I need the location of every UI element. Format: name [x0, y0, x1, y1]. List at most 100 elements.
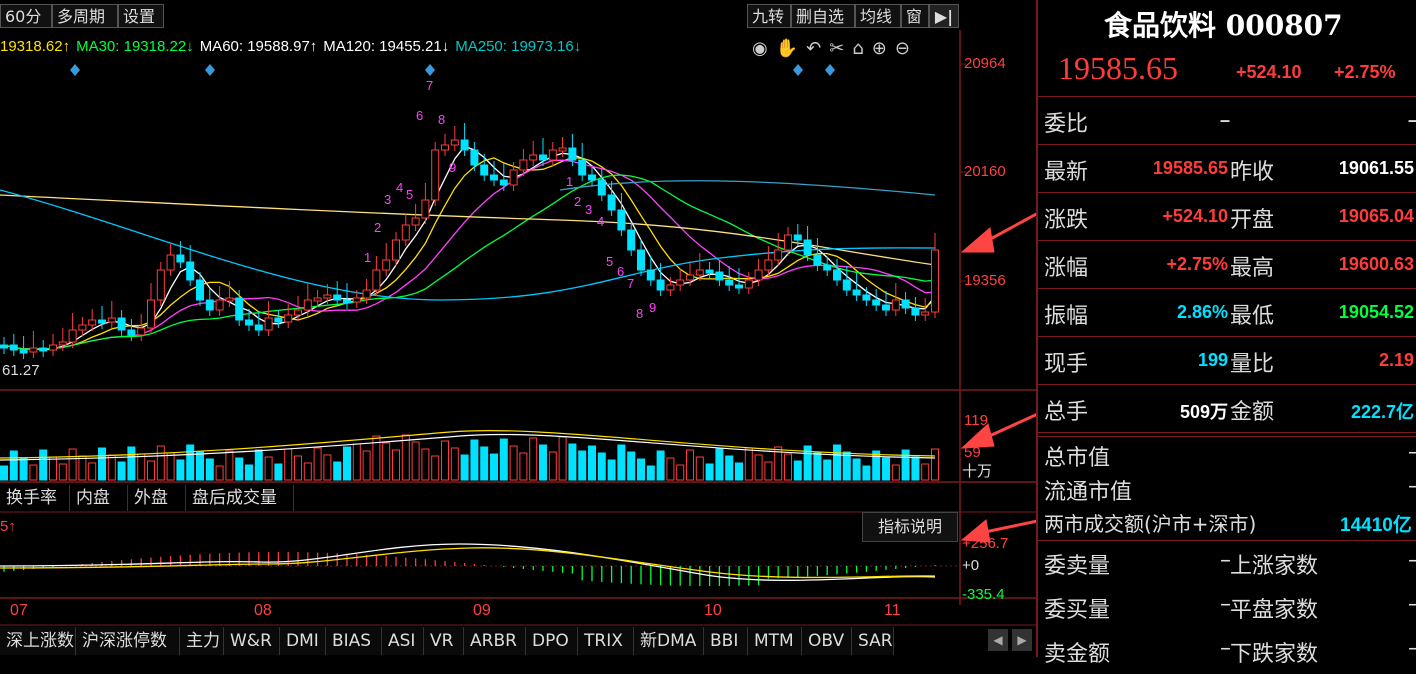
scroll-left-icon[interactable]: ◀ — [988, 629, 1008, 651]
candle — [117, 317, 126, 331]
candle — [68, 329, 77, 343]
candle — [372, 269, 381, 291]
candle — [627, 229, 636, 251]
market-value: – — [1408, 592, 1416, 617]
quote-value: 19054.52 — [1338, 302, 1414, 322]
candle — [127, 329, 136, 336]
candle — [882, 304, 890, 311]
quote-label: 总手 — [1044, 400, 1089, 425]
quote-label: 最高 — [1230, 256, 1275, 281]
float-mv-row: 流通市值 – — [1044, 472, 1416, 506]
indicator-tab-6[interactable]: ASI — [382, 627, 424, 655]
candle — [862, 294, 871, 301]
tab-turnover[interactable]: 换手率 — [0, 485, 70, 511]
candle — [499, 179, 508, 186]
candle — [450, 139, 459, 146]
tab-inner-volume[interactable]: 内盘 — [70, 485, 128, 511]
indicator-tab-7[interactable]: VR — [424, 627, 464, 655]
quote-label: 涨幅 — [1044, 256, 1089, 281]
quote-row: 涨跌 +524.10 开盘 19065.04 — [1044, 194, 1416, 240]
quote-value: 199 — [1197, 350, 1228, 370]
svg-text:7: 7 — [426, 78, 433, 93]
svg-text:6: 6 — [416, 108, 423, 123]
market-label: 上涨家数 — [1230, 554, 1319, 579]
indicator-tab-3[interactable]: W&R — [224, 627, 280, 655]
quote-label: 最新 — [1044, 160, 1089, 185]
quote-row: 最新 19585.65 昨收 19061.55 — [1044, 146, 1416, 192]
indicator-tab-9[interactable]: DPO — [526, 627, 578, 655]
candle — [921, 311, 930, 316]
candle — [215, 299, 224, 311]
candle — [891, 299, 900, 311]
annotation-arrows — [960, 212, 1036, 543]
candle — [147, 299, 155, 329]
candle — [254, 324, 263, 331]
indicator-tab-1[interactable]: 沪深涨停数 — [76, 627, 180, 655]
macd-label: 5↑ — [0, 518, 16, 535]
candle — [196, 279, 204, 301]
low-price-marker: 61.27 — [2, 362, 40, 379]
indicator-tab-12[interactable]: BBI — [704, 627, 748, 655]
indicator-tab-10[interactable]: TRIX — [578, 627, 634, 655]
market-label: 卖金额 — [1044, 642, 1111, 667]
indicator-tab-4[interactable]: DMI — [280, 627, 326, 655]
indicator-tab-5[interactable]: BIAS — [326, 627, 382, 655]
candle — [362, 289, 371, 299]
weibi-value: – — [1220, 110, 1231, 130]
indicator-help-button[interactable]: 指标说明 — [862, 512, 958, 542]
macd-axis-zero: +0 — [962, 557, 980, 574]
scroll-right-icon[interactable]: ▶ — [1012, 629, 1032, 651]
candle — [303, 299, 312, 311]
quote-value: 222.7亿 — [1350, 402, 1414, 422]
quote-label: 开盘 — [1230, 208, 1275, 233]
candle — [49, 344, 57, 351]
candle — [245, 319, 253, 326]
candle — [529, 154, 538, 161]
svg-text:1: 1 — [566, 174, 573, 189]
candle — [872, 299, 881, 306]
quote-value: 2.86% — [1176, 302, 1228, 322]
candle — [774, 249, 783, 261]
total-mv-row: 总市值 – — [1044, 438, 1416, 472]
candle — [225, 297, 234, 302]
kline-chart[interactable]: 1234 5678912345678 9 — [0, 0, 1036, 657]
candle — [137, 327, 146, 336]
indicator-tab-14[interactable]: OBV — [802, 627, 852, 655]
x-axis-07: 07 — [10, 602, 28, 619]
candle — [352, 297, 361, 303]
x-axis-11: 11 — [884, 602, 901, 619]
quote-value: 2.19 — [1378, 350, 1414, 370]
indicator-tab-8[interactable]: ARBR — [464, 627, 526, 655]
market-row: 委卖量–上涨家数– — [1044, 542, 1416, 586]
svg-text:9: 9 — [649, 300, 656, 315]
indicator-tab-11[interactable]: 新DMA — [634, 627, 704, 655]
tab-after-hours[interactable]: 盘后成交量 — [186, 485, 294, 511]
x-axis-08: 08 — [254, 602, 272, 619]
tab-outer-volume[interactable]: 外盘 — [128, 485, 186, 511]
candle — [401, 224, 410, 241]
quote-row: 振幅 2.86% 最低 19054.52 — [1044, 290, 1416, 336]
candle — [490, 174, 498, 181]
candle — [274, 317, 283, 323]
candle — [431, 149, 440, 201]
svg-text:9: 9 — [449, 160, 456, 175]
indicator-tab-15[interactable]: SAR — [852, 627, 894, 655]
candle — [686, 274, 694, 281]
candle — [264, 317, 273, 331]
indicator-tab-0[interactable]: 深上涨数 — [0, 627, 76, 655]
candle — [764, 259, 773, 271]
candle — [343, 299, 351, 304]
quote-label: 昨收 — [1230, 160, 1275, 185]
market-value: – — [1408, 548, 1416, 573]
indicator-tab-13[interactable]: MTM — [748, 627, 802, 655]
x-axis-10: 10 — [704, 602, 722, 619]
indicator-tab-2[interactable]: 主力 — [180, 627, 224, 655]
candle — [666, 284, 675, 291]
quote-label: 涨跌 — [1044, 208, 1089, 233]
market-row: 卖金额–下跌家数– — [1044, 630, 1416, 674]
candle — [548, 149, 557, 161]
quote-label: 金额 — [1230, 400, 1275, 425]
svg-text:4: 4 — [396, 180, 403, 195]
candle — [852, 289, 861, 296]
candle — [539, 154, 547, 161]
